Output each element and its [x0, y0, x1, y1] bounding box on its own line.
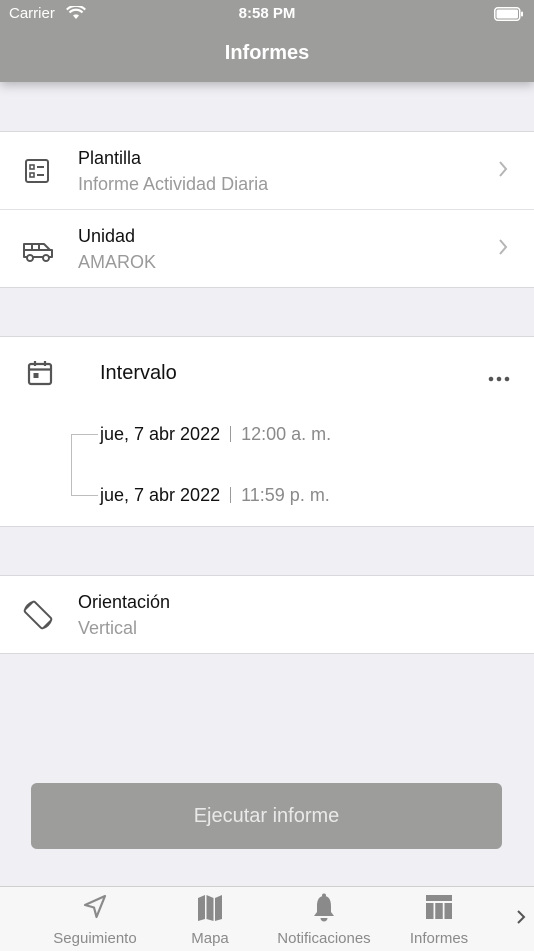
interval-end[interactable]: jue, 7 abr 2022 11:59 p. m.: [100, 485, 330, 506]
interval-section: Intervalo jue, 7 abr 2022 12:00 a. m. jue…: [0, 336, 534, 527]
chevron-right-icon[interactable]: [516, 909, 526, 930]
divider: [230, 487, 232, 503]
van-icon: [22, 234, 56, 264]
chevron-right-icon: [498, 238, 508, 261]
template-label: Plantilla: [78, 148, 142, 168]
battery-icon: [494, 7, 524, 25]
interval-label: Intervalo: [100, 362, 177, 384]
unit-value: AMAROK: [78, 252, 157, 272]
page-title: Informes: [224, 42, 310, 64]
chevron-right-icon: [498, 160, 508, 183]
unit-row[interactable]: Unidad AMAROK: [0, 209, 534, 287]
tab-reports[interactable]: Informes: [398, 887, 480, 951]
tab-label: Notificaciones: [277, 930, 371, 947]
tab-map[interactable]: Mapa: [170, 887, 250, 951]
divider: [230, 426, 232, 442]
bell-icon: [311, 893, 337, 927]
template-value: Informe Actividad Diaria: [78, 174, 269, 194]
orientation-group: Orientación Vertical: [0, 575, 534, 654]
tab-label: Seguimiento: [53, 930, 137, 947]
tab-tracking[interactable]: Seguimiento: [40, 887, 150, 951]
tab-label: Mapa: [191, 930, 229, 947]
orientation-row[interactable]: Orientación Vertical: [0, 576, 534, 653]
template-icon: [22, 156, 56, 186]
interval-bracket: [71, 434, 98, 496]
tab-label: Informes: [409, 930, 469, 947]
tab-bar: Seguimiento Mapa Notificaciones Informes: [0, 886, 534, 951]
start-date: jue, 7 abr 2022: [100, 424, 221, 444]
interval-start[interactable]: jue, 7 abr 2022 12:00 a. m.: [100, 424, 331, 445]
template-row[interactable]: Plantilla Informe Actividad Diaria: [0, 132, 534, 209]
start-time: 12:00 a. m.: [241, 424, 332, 444]
orientation-value: Vertical: [78, 618, 138, 638]
run-report-button[interactable]: Ejecutar informe: [31, 783, 502, 849]
calendar-icon: [26, 359, 54, 392]
unit-label: Unidad: [78, 226, 136, 246]
more-options-icon[interactable]: [488, 369, 510, 387]
table-icon: [424, 893, 454, 925]
status-bar: Carrier 8:58 PM: [0, 4, 534, 25]
clock: 8:58 PM: [238, 5, 296, 22]
tab-notifications[interactable]: Notificaciones: [268, 887, 380, 951]
end-time: 11:59 p. m.: [241, 485, 330, 505]
end-date: jue, 7 abr 2022: [100, 485, 221, 505]
map-icon: [196, 893, 224, 927]
navigation-header: Carrier 8:58 PM Informes: [0, 0, 534, 82]
navigation-arrow-icon: [81, 893, 109, 925]
orientation-label: Orientación: [78, 592, 171, 612]
report-settings-group: Plantilla Informe Actividad Diaria Unida…: [0, 131, 534, 288]
rotate-icon: [20, 597, 54, 630]
